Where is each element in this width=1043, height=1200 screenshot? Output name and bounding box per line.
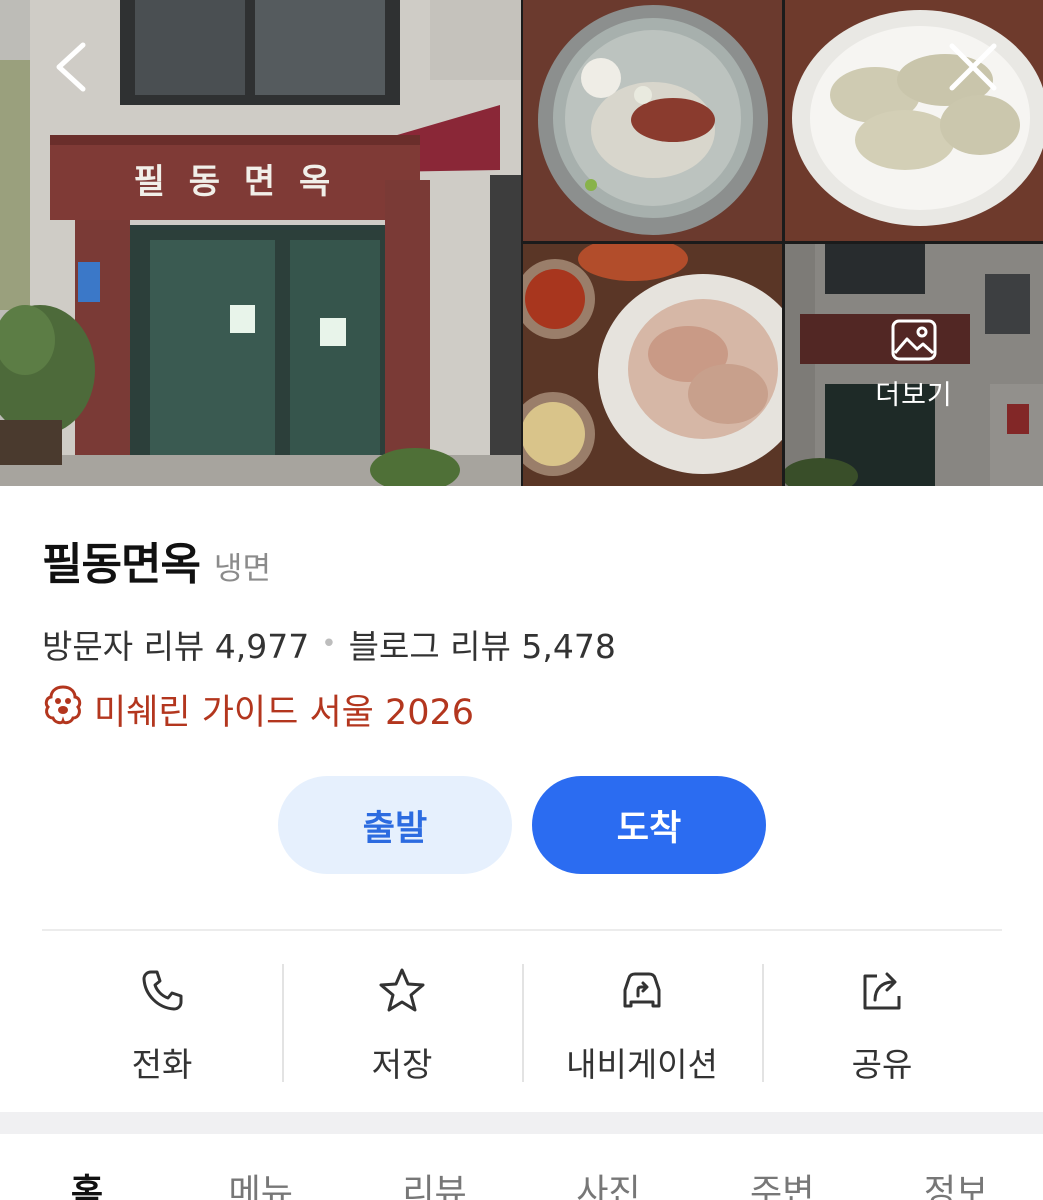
save-button[interactable]: 저장: [282, 960, 522, 1084]
car-navigation-icon: [617, 966, 667, 1016]
share-icon: [857, 966, 907, 1016]
michelin-badge[interactable]: 미쉐린 가이드 서울 2026: [42, 684, 474, 735]
call-label: 전화: [131, 1045, 193, 1084]
navigation-label: 내비게이션: [566, 1045, 718, 1084]
review-summary: 방문자 리뷰 4,977 • 블로그 리뷰 5,478: [42, 620, 616, 668]
tab-reviews[interactable]: 리뷰: [348, 1134, 522, 1200]
action-bar: 전화 저장 내비게이션 공유: [42, 960, 1002, 1084]
image-icon: [891, 319, 937, 365]
divider: [42, 929, 1002, 931]
back-button[interactable]: [36, 34, 106, 104]
svg-text:필 동 면 옥: 필 동 면 옥: [134, 162, 337, 202]
tab-nearby[interactable]: 주변: [695, 1134, 869, 1200]
tab-menu[interactable]: 메뉴: [174, 1134, 348, 1200]
phone-icon: [137, 966, 187, 1016]
separator-dot: •: [321, 629, 337, 659]
save-label: 저장: [371, 1045, 433, 1084]
title-row: 필동면옥 냉면: [42, 528, 271, 592]
visitor-reviews-link[interactable]: 방문자 리뷰 4,977: [42, 620, 309, 668]
more-photos-label: 더보기: [875, 379, 953, 411]
share-button[interactable]: 공유: [762, 960, 1002, 1084]
close-icon: [947, 41, 999, 97]
close-button[interactable]: [938, 34, 1008, 104]
suyuk-photo[interactable]: [523, 244, 782, 486]
route-start-button[interactable]: 출발: [278, 776, 512, 874]
photo-gallery: 필 동 면 옥 더보기: [0, 0, 1043, 486]
michelin-bib-icon: [42, 684, 84, 735]
call-button[interactable]: 전화: [42, 960, 282, 1084]
star-icon: [377, 966, 427, 1016]
chevron-left-icon: [51, 41, 91, 97]
tab-bar: 홈 메뉴 리뷰 사진 주변 정보: [0, 1134, 1043, 1200]
route-end-button[interactable]: 도착: [532, 776, 766, 874]
tab-photos[interactable]: 사진: [521, 1134, 695, 1200]
michelin-label: 미쉐린 가이드 서울 2026: [94, 693, 475, 733]
tab-info[interactable]: 정보: [869, 1134, 1043, 1200]
blog-reviews-link[interactable]: 블로그 리뷰 5,478: [349, 620, 616, 668]
place-name: 필동면옥: [42, 539, 201, 590]
noodle-photo[interactable]: [523, 0, 782, 241]
tab-home[interactable]: 홈: [0, 1134, 174, 1200]
section-separator: [0, 1112, 1043, 1134]
more-photos-button[interactable]: 더보기: [785, 244, 1043, 486]
share-label: 공유: [851, 1045, 913, 1084]
navigation-button[interactable]: 내비게이션: [522, 960, 762, 1084]
place-category: 냉면: [213, 551, 271, 587]
